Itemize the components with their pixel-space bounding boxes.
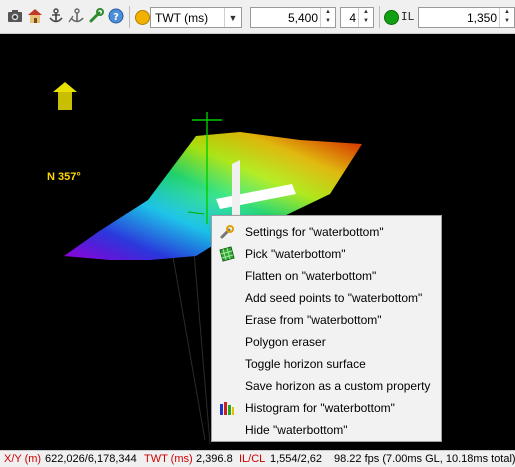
menu-item-toggle-surface[interactable]: Toggle horizon surface <box>214 354 439 374</box>
wrench-icon <box>219 224 235 240</box>
camera-icon[interactable] <box>7 8 23 24</box>
menu-item-settings[interactable]: Settings for "waterbottom" <box>214 222 439 242</box>
north-heading-label: N 357° <box>47 171 81 183</box>
toolbar-separator <box>129 6 130 28</box>
spin-arrows-icon[interactable]: ▲ ▼ <box>358 8 373 27</box>
twt-value: 2,396.8 <box>196 453 233 465</box>
menu-item-label: Histogram for "waterbottom" <box>245 401 395 415</box>
anchor-icon[interactable] <box>48 8 64 24</box>
chevron-down-icon[interactable]: ▼ <box>224 8 241 27</box>
fps-readout: 98.22 fps (7.00ms GL, 10.18ms total) <box>334 453 515 465</box>
domain-select[interactable]: TWT (ms) ▼ <box>150 7 242 28</box>
menu-item-label: Erase from "waterbottom" <box>245 313 382 327</box>
domain-select-value: TWT (ms) <box>155 11 209 25</box>
il-spinbox[interactable]: 1,350 ▲ ▼ <box>418 7 515 28</box>
home-icon[interactable] <box>27 8 43 24</box>
menu-item-pick[interactable]: Pick "waterbottom" <box>214 244 439 264</box>
depth-spinbox[interactable]: 5,400 ▲ ▼ <box>250 7 336 28</box>
menu-item-erase[interactable]: Erase from "waterbottom" <box>214 310 439 330</box>
grid-pick-icon <box>219 246 235 262</box>
il-value: 1,350 <box>466 11 497 25</box>
menu-item-save-custom-property[interactable]: Save horizon as a custom property <box>214 376 439 396</box>
viewer-toolbar: ? TWT (ms) ▼ 5,400 ▲ ▼ 4 ▲ ▼ IL 1,350 ▲ ▼ <box>0 0 515 34</box>
step-value: 4 <box>349 11 356 25</box>
anchor-alt-icon[interactable] <box>68 8 84 24</box>
menu-item-histogram[interactable]: Histogram for "waterbottom" <box>214 398 439 418</box>
svg-text:?: ? <box>113 12 119 23</box>
menu-item-label: Hide "waterbottom" <box>245 423 348 437</box>
status-bar: X/Y (m) 622,026/6,178,344 TWT (ms) 2,396… <box>0 450 515 467</box>
il-indicator-dot <box>384 10 399 25</box>
horizon-context-menu: Settings for "waterbottom" Pick "waterbo… <box>211 215 442 442</box>
wrench-icon[interactable] <box>88 8 104 24</box>
spin-arrows-icon[interactable]: ▲ ▼ <box>320 8 335 27</box>
spin-arrows-icon[interactable]: ▲ ▼ <box>499 8 514 27</box>
help-icon[interactable]: ? <box>108 8 124 24</box>
menu-item-label: Toggle horizon surface <box>245 357 366 371</box>
menu-item-label: Flatten on "waterbottom" <box>245 269 377 283</box>
menu-item-hide[interactable]: Hide "waterbottom" <box>214 420 439 440</box>
menu-item-label: Add seed points to "waterbottom" <box>245 291 423 305</box>
depth-value: 5,400 <box>287 11 318 25</box>
histogram-icon <box>219 400 235 416</box>
menu-item-flatten[interactable]: Flatten on "waterbottom" <box>214 266 439 286</box>
menu-item-label: Save horizon as a custom property <box>245 379 431 393</box>
ilcl-value: 1,554/2,62 <box>270 453 322 465</box>
menu-item-label: Settings for "waterbottom" <box>245 225 384 239</box>
twt-label: TWT (ms) <box>144 453 193 465</box>
il-label: IL <box>401 10 415 23</box>
menu-item-add-seed-points[interactable]: Add seed points to "waterbottom" <box>214 288 439 308</box>
xy-label: X/Y (m) <box>4 453 42 465</box>
ilcl-label: IL/CL <box>239 453 266 465</box>
toolbar-separator <box>379 6 380 28</box>
menu-item-label: Pick "waterbottom" <box>245 247 346 261</box>
north-arrow-icon <box>53 82 77 110</box>
domain-indicator-dot <box>135 10 150 25</box>
menu-item-label: Polygon eraser <box>245 335 326 349</box>
xy-value: 622,026/6,178,344 <box>45 453 137 465</box>
step-spinbox[interactable]: 4 ▲ ▼ <box>340 7 374 28</box>
menu-item-polygon-eraser[interactable]: Polygon eraser <box>214 332 439 352</box>
